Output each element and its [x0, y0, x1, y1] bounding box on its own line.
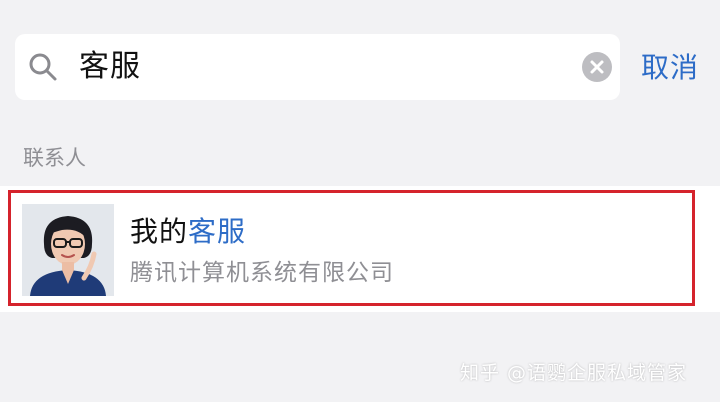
- search-box[interactable]: 客服: [15, 34, 620, 100]
- highlight-box: [8, 190, 695, 306]
- search-icon: [29, 53, 57, 81]
- section-label-contacts: 联系人: [23, 146, 86, 170]
- clear-icon[interactable]: [582, 52, 612, 82]
- search-bar: 客服 取消: [0, 0, 720, 124]
- cancel-button[interactable]: 取消: [641, 48, 699, 88]
- search-input[interactable]: 客服: [79, 44, 141, 90]
- watermark: 知乎 @语鹦企服私域管家: [460, 362, 688, 384]
